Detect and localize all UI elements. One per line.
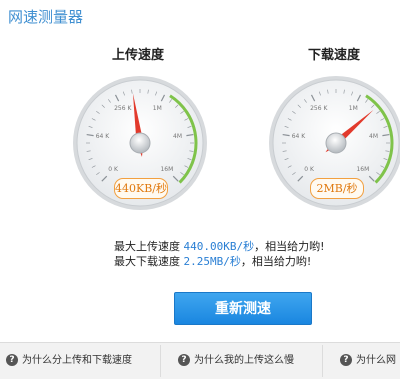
tick-label: 4M [173,133,183,141]
tick-label: 1M [348,105,358,113]
tick-label: 1M [152,105,162,113]
tick-label: 256 K [114,105,132,113]
gauge-hub [129,132,151,154]
tick-label: 0 K [108,165,118,173]
download-speed-readout: 2MB/秒 [310,178,364,199]
upload-speed-readout: 440KB/秒 [114,178,168,199]
tick-label: 0 K [304,165,314,173]
download-result-line: 最大下载速度 2.25MB/秒，相当给力哟! [114,254,325,269]
retest-button[interactable]: 重新测速 [174,292,312,325]
tick-label: 4M [369,133,379,141]
tick-label: 256 K [310,105,328,113]
upload-speed-label: 上传速度 [111,48,164,63]
download-speed-label: 下载速度 [307,48,360,63]
faq-bar: ? 为什么分上传和下载速度 ? 为什么我的上传这么慢 ? 为什么网 [0,342,400,379]
question-icon: ? [6,354,18,366]
download-speed-gauge: 0 K 64 K 256 K 1M 4M 16M 2MB/秒 [268,75,400,211]
tick-label: 64 K [291,133,306,141]
question-icon: ? [178,354,190,366]
upload-result-line: 最大上传速度 440.00KB/秒，相当给力哟! [114,239,325,254]
faq-divider [160,345,161,377]
app-title: 网速测量器 [8,8,84,26]
gauge-hub [325,132,347,154]
faq-divider [322,345,323,377]
faq-link-network[interactable]: ? 为什么网 [340,343,396,379]
faq-link-label: 为什么网 [356,355,396,366]
upload-speed-gauge: 0 K 64 K 256 K 1M 4M 16M 440KB/秒 [72,75,208,211]
tick-label: 16M [160,165,174,173]
download-result-prefix: 最大下载速度 [114,255,180,268]
question-icon: ? [340,354,352,366]
download-result-value: 2.25MB/秒 [183,255,241,268]
tick-label: 16M [356,165,370,173]
faq-link-label: 为什么我的上传这么慢 [194,355,294,366]
upload-result-value: 440.00KB/秒 [183,240,255,253]
download-result-suffix: ，相当给力哟! [240,255,312,268]
faq-link-label: 为什么分上传和下载速度 [22,355,132,366]
faq-link-upload-download[interactable]: ? 为什么分上传和下载速度 [6,343,132,379]
faq-link-slow-upload[interactable]: ? 为什么我的上传这么慢 [178,343,294,379]
upload-result-suffix: ，相当给力哟! [254,240,325,253]
result-summary: 最大上传速度 440.00KB/秒，相当给力哟! 最大下载速度 2.25MB/秒… [114,239,325,269]
upload-result-prefix: 最大上传速度 [114,240,180,253]
title-bar: 网速测量器 [0,0,400,34]
tick-label: 64 K [95,133,110,141]
